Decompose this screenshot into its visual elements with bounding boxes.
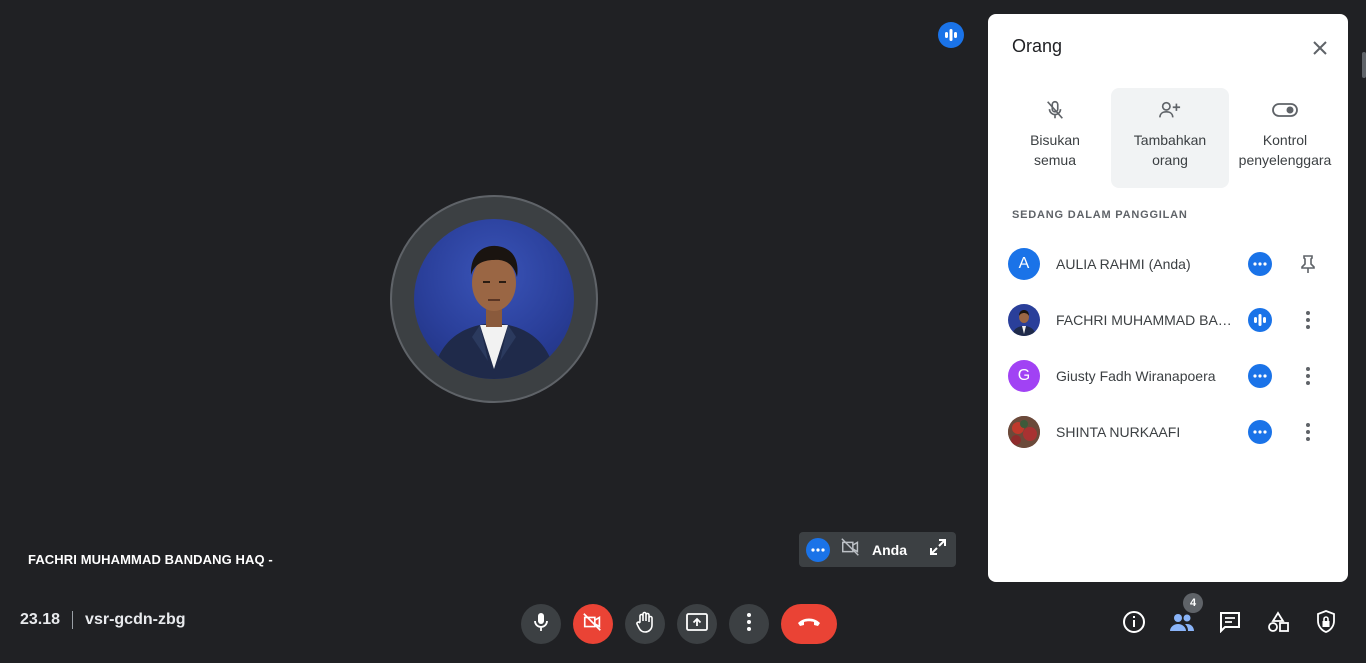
status-dots-icon	[806, 537, 830, 562]
camera-off-icon	[840, 536, 862, 563]
meeting-info: 23.18 vsr-gcdn-zbg	[20, 611, 186, 629]
host-controls-label-1: Kontrol	[1262, 132, 1308, 148]
add-people-label-2: orang	[1152, 152, 1188, 168]
status-dots-icon	[1248, 252, 1272, 276]
participant-name: AULIA RAHMI (Anda)	[1056, 256, 1191, 272]
more-options-button[interactable]	[729, 604, 769, 644]
mic-icon	[532, 612, 550, 637]
participant-row[interactable]: SHINTA NURKAAFI	[1008, 404, 1328, 460]
in-call-section-label: SEDANG DALAM PANGGILAN	[1012, 209, 1188, 221]
participant-name: SHINTA NURKAAFI	[1056, 424, 1181, 440]
avatar	[1008, 416, 1040, 448]
activities-icon	[1267, 610, 1289, 638]
leave-call-button[interactable]	[781, 604, 837, 644]
speaker-name-label: FACHRI MUHAMMAD BANDANG HAQ -	[28, 552, 273, 567]
call-controls	[521, 604, 837, 644]
people-button[interactable]: 4	[1158, 593, 1206, 644]
hang-up-icon	[796, 615, 822, 633]
self-label: Anda	[872, 541, 907, 558]
bottom-toolbar: 23.18 vsr-gcdn-zbg 4	[0, 590, 1366, 663]
present-icon	[686, 612, 708, 636]
shield-lock-icon	[1316, 609, 1336, 639]
person-add-icon	[1158, 98, 1182, 122]
status-dots-icon	[1248, 420, 1272, 444]
status-dots-icon	[1248, 364, 1272, 388]
speaking-indicator-icon	[938, 22, 964, 48]
meeting-details-button[interactable]	[1110, 604, 1158, 644]
participant-count-badge: 4	[1183, 593, 1203, 613]
panel-title: Orang	[1012, 36, 1063, 56]
host-controls-button[interactable]: Kontrol penyelenggara	[1230, 88, 1340, 188]
participant-row[interactable]: A AULIA RAHMI (Anda)	[1008, 236, 1328, 292]
panel-actions: Bisukan semua Tambahkan orang Kontrol pe…	[1000, 88, 1340, 188]
pin-icon[interactable]	[1296, 252, 1320, 276]
microphone-button[interactable]	[521, 604, 561, 644]
participant-list: A AULIA RAHMI (Anda) FACHRI MUHAMMAD BAN…	[1008, 236, 1328, 460]
participant-name: FACHRI MUHAMMAD BANDANG HAQ	[1056, 312, 1236, 328]
close-icon[interactable]	[1306, 34, 1334, 62]
people-icon	[1169, 612, 1195, 637]
more-vert-icon[interactable]	[1296, 364, 1320, 388]
avatar: A	[1008, 248, 1040, 280]
people-panel: Orang Bisukan semua Tambahkan orang Kont…	[988, 14, 1348, 582]
mic-off-icon	[1044, 98, 1066, 122]
participant-row[interactable]: FACHRI MUHAMMAD BANDANG HAQ	[1008, 292, 1328, 348]
toggle-icon	[1272, 98, 1298, 122]
more-vert-icon[interactable]	[1296, 308, 1320, 332]
speaker-avatar-ring	[390, 195, 598, 403]
speaking-icon	[1248, 308, 1272, 332]
present-screen-button[interactable]	[677, 604, 717, 644]
side-controls: 4	[1110, 593, 1350, 644]
participant-name: Giusty Fadh Wiranapoera	[1056, 368, 1216, 384]
host-safety-button[interactable]	[1302, 604, 1350, 644]
participant-row[interactable]: G Giusty Fadh Wiranapoera	[1008, 348, 1328, 404]
camera-button[interactable]	[573, 604, 613, 644]
avatar: G	[1008, 360, 1040, 392]
chat-icon	[1219, 611, 1241, 638]
scrollbar[interactable]	[1362, 52, 1366, 78]
mute-all-label-1: Bisukan	[1030, 132, 1080, 148]
activities-button[interactable]	[1254, 604, 1302, 644]
mute-all-button[interactable]: Bisukan semua	[1000, 88, 1110, 188]
camera-off-icon	[582, 611, 604, 638]
meeting-code: vsr-gcdn-zbg	[85, 611, 186, 628]
mute-all-label-2: semua	[1033, 152, 1077, 168]
speaker-avatar	[414, 219, 574, 379]
add-people-label-1: Tambahkan	[1133, 132, 1207, 148]
expand-icon[interactable]	[928, 537, 948, 562]
info-icon	[1122, 610, 1146, 639]
more-vert-icon[interactable]	[1296, 420, 1320, 444]
main-stage: FACHRI MUHAMMAD BANDANG HAQ - Anda	[0, 0, 976, 590]
clock-time: 23.18	[20, 611, 61, 628]
add-people-button[interactable]: Tambahkan orang	[1111, 88, 1229, 188]
chat-button[interactable]	[1206, 604, 1254, 644]
avatar	[1008, 304, 1040, 336]
self-preview-chip[interactable]: Anda	[799, 532, 956, 567]
hand-icon	[635, 611, 655, 638]
divider	[72, 611, 74, 629]
host-controls-label-2: penyelenggara	[1238, 152, 1332, 168]
more-vert-icon	[747, 612, 751, 636]
raise-hand-button[interactable]	[625, 604, 665, 644]
